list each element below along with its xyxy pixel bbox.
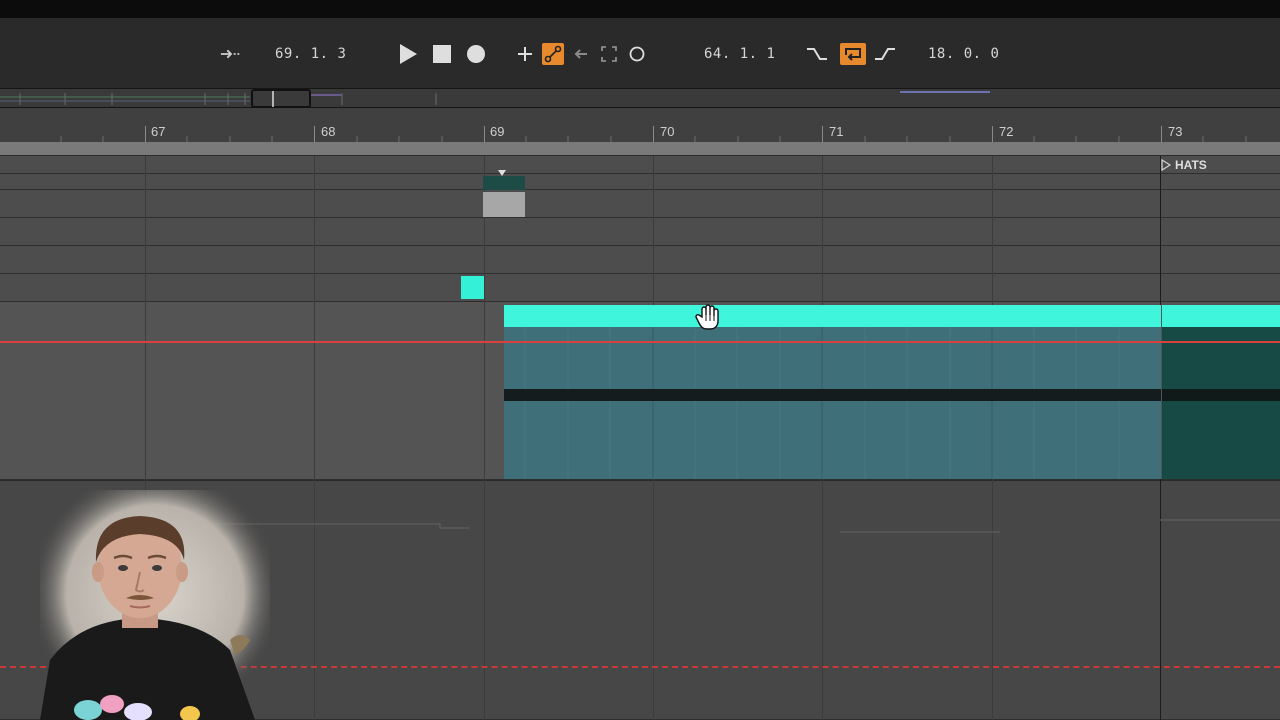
- automation-line[interactable]: [0, 341, 1280, 343]
- song-position-display[interactable]: 69. 1. 3: [275, 44, 346, 64]
- beat-time-ruler[interactable]: 67 68 69 70 71 72 73: [0, 108, 1280, 142]
- track-lane-4[interactable]: [0, 246, 1280, 274]
- loop-icon: [845, 48, 861, 61]
- punch-out-icon: [875, 48, 895, 60]
- track-lane-3[interactable]: [0, 218, 1280, 246]
- plus-icon: [518, 47, 532, 61]
- locator-label: HATS: [1175, 158, 1207, 172]
- loop-length-display[interactable]: 18. 0. 0: [928, 44, 999, 64]
- presenter-avatar: [40, 490, 270, 720]
- webcam-overlay: [40, 490, 270, 720]
- track-lane-2[interactable]: [0, 190, 1280, 218]
- clip-dark-small[interactable]: [483, 176, 525, 190]
- record-icon: [467, 45, 485, 63]
- stop-button[interactable]: [431, 43, 453, 65]
- punch-in-icon: [807, 48, 827, 60]
- scrub-area[interactable]: [0, 142, 1280, 156]
- next-clip-body[interactable]: [1162, 327, 1280, 479]
- track-lane-5[interactable]: [0, 274, 1280, 302]
- hand-cursor-icon: [695, 303, 721, 331]
- window-top-edge: [0, 0, 1280, 18]
- capture-icon: [601, 46, 617, 62]
- loop-switch-button[interactable]: [840, 43, 866, 65]
- track-lane-1[interactable]: [0, 174, 1280, 190]
- back-arrow-icon: [574, 49, 587, 59]
- transport-bar: 69. 1. 3 64. 1. 1 18. 0. 0: [0, 18, 1280, 88]
- punch-in-button[interactable]: [806, 43, 828, 65]
- stop-icon: [433, 45, 451, 63]
- main-clip-body[interactable]: [504, 327, 1161, 479]
- automation-arm-icon: [544, 45, 562, 63]
- clip-cyan-small[interactable]: [461, 276, 484, 299]
- hats-locator[interactable]: HATS: [1161, 157, 1207, 173]
- capture-midi-button[interactable]: [598, 43, 620, 65]
- add-overdub-button[interactable]: [514, 43, 536, 65]
- ableton-arrangement-view: 69. 1. 3 64. 1. 1 18. 0. 0 67 68 69 70 7…: [0, 0, 1280, 720]
- clip-gray[interactable]: [483, 192, 525, 217]
- record-button[interactable]: [465, 43, 487, 65]
- follow-arrow-icon[interactable]: [220, 43, 242, 65]
- playhead-marker: [498, 165, 506, 176]
- main-clip-header[interactable]: [504, 305, 1161, 327]
- locator-lane: [0, 156, 1280, 174]
- session-record-button[interactable]: [626, 43, 648, 65]
- punch-out-button[interactable]: [874, 43, 896, 65]
- circle-icon: [629, 46, 645, 62]
- play-icon: [400, 44, 417, 64]
- arrangement-overview[interactable]: [0, 88, 1280, 108]
- next-clip-header[interactable]: [1162, 305, 1280, 327]
- loop-start-display[interactable]: 64. 1. 1: [704, 44, 775, 64]
- play-button[interactable]: [397, 43, 419, 65]
- locator-triangle-icon: [1161, 159, 1171, 171]
- automation-arm-button[interactable]: [542, 43, 564, 65]
- back-to-arrangement-button[interactable]: [570, 43, 592, 65]
